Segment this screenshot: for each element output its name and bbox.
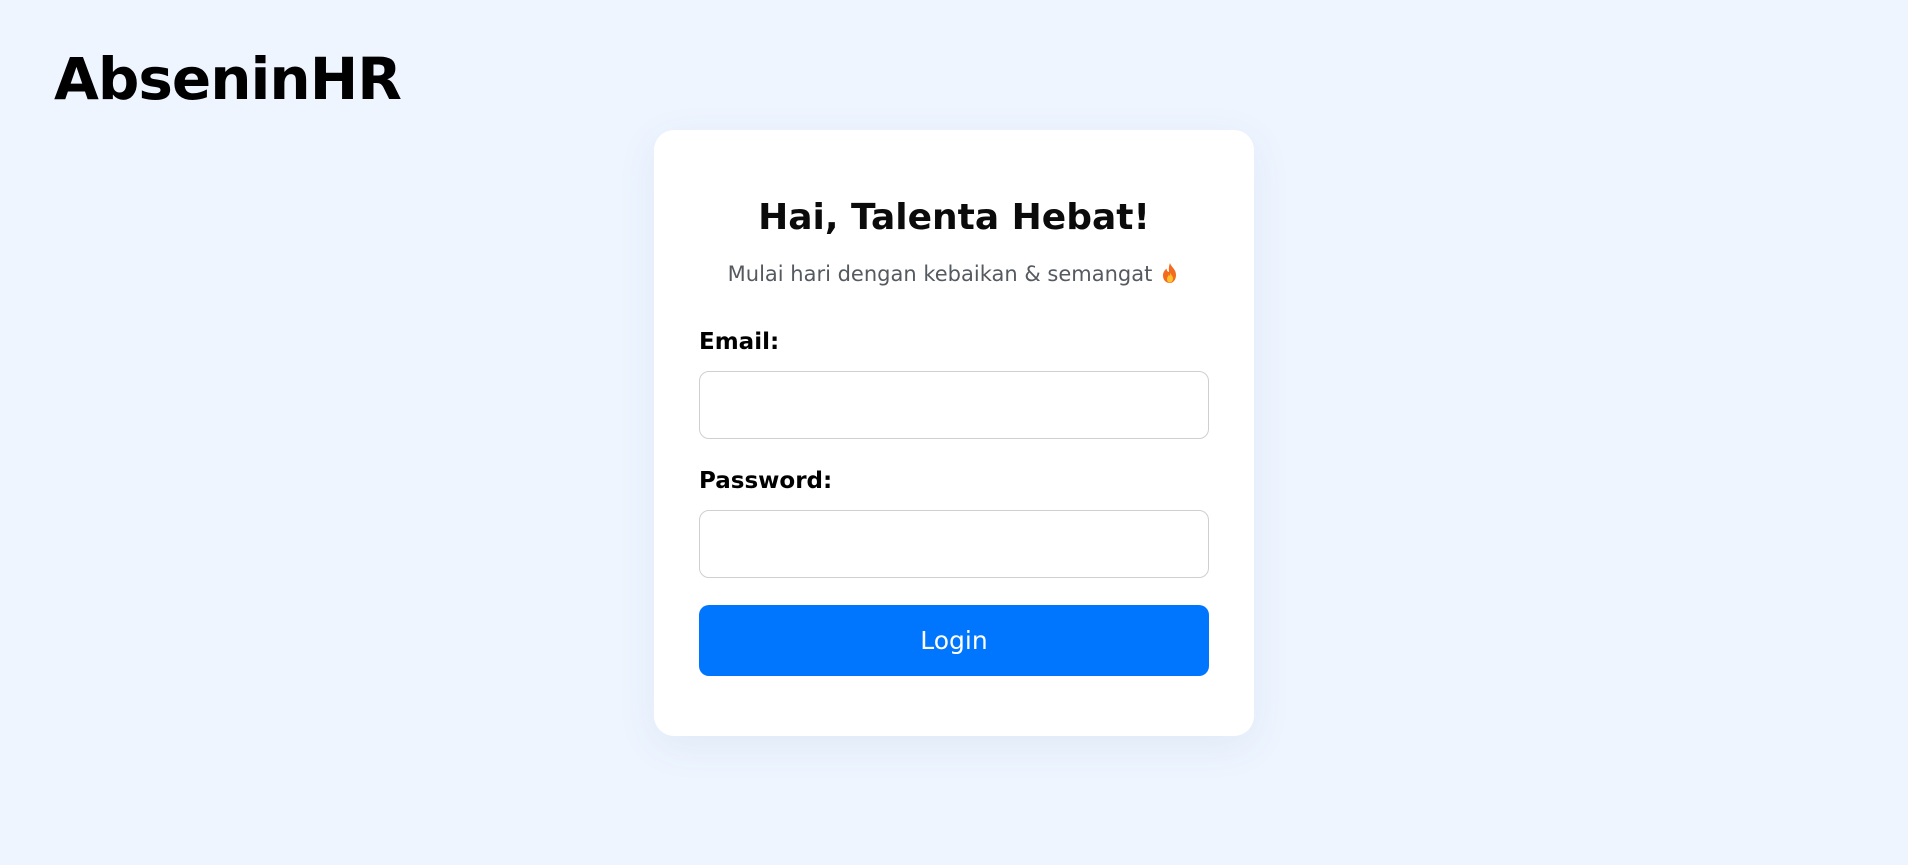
login-button[interactable]: Login <box>699 605 1209 676</box>
password-field[interactable] <box>699 510 1209 578</box>
login-subtitle-text: Mulai hari dengan kebaikan & semangat <box>727 262 1153 286</box>
login-subtitle: Mulai hari dengan kebaikan & semangat <box>654 258 1254 293</box>
fire-icon <box>1160 261 1180 293</box>
brand-logo-text: AbseninHR <box>54 45 402 113</box>
login-title: Hai, Talenta Hebat! <box>758 197 1150 238</box>
email-label: Email: <box>699 329 780 355</box>
password-label: Password: <box>699 468 833 494</box>
login-card: Hai, Talenta Hebat! Mulai hari dengan ke… <box>654 130 1254 736</box>
email-field[interactable] <box>699 371 1209 439</box>
